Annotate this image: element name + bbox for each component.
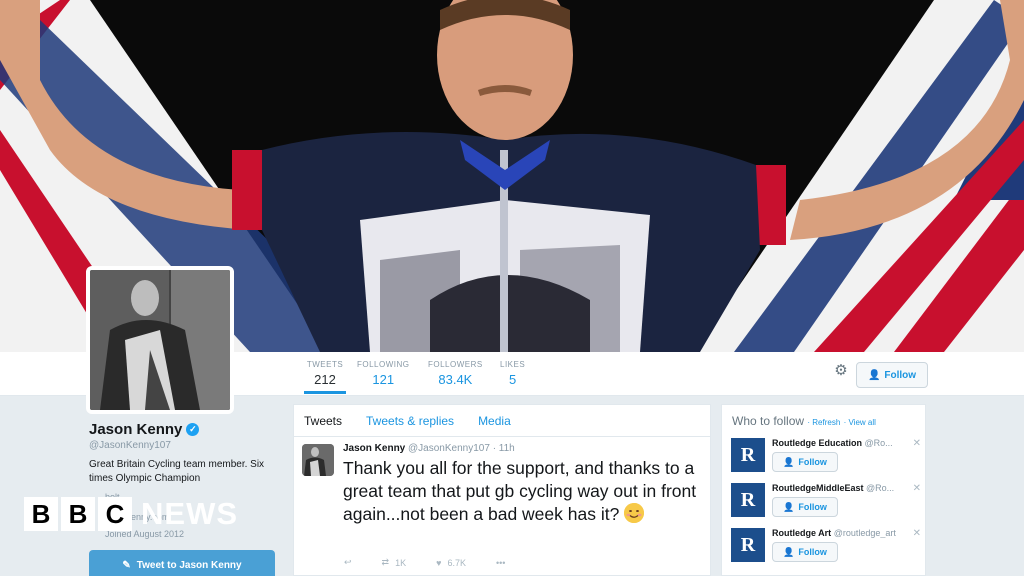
tweet-avatar[interactable] [302,444,334,476]
stat-following[interactable]: FOLLOWING 121 [357,360,410,387]
profile-name-text: Jason Kenny [89,421,183,438]
suggestion-handle: @routledge_art [833,528,896,538]
stat-label: FOLLOWING [357,360,410,369]
follow-label: Follow [884,369,917,381]
who-to-follow-header: Who to follow · Refresh · View all [732,414,876,428]
retweet-count: 1K [395,557,407,568]
who-to-follow-title: Who to follow [732,414,805,428]
suggestion-item[interactable]: R Routledge Art @routledge_art ✕ 👤 Follo… [731,528,921,568]
more-icon[interactable]: ••• [496,558,505,568]
compose-icon: ✎ [122,559,131,571]
tweet-handle: @JasonKenny107 [408,443,490,454]
routledge-logo: R [731,438,765,472]
tweet-to-button[interactable]: ✎ Tweet to Jason Kenny [89,550,275,576]
tab-media[interactable]: Media [478,414,511,428]
stat-followers[interactable]: FOLLOWERS 83.4K [428,360,483,387]
tweet-time[interactable]: · 11h [493,443,515,454]
stat-label: LIKES [500,360,526,369]
add-user-icon: 👤 [783,501,795,512]
stat-label: FOLLOWERS [428,360,483,369]
suggestion-follow-button[interactable]: 👤 Follow [772,497,838,517]
suggestion-name-text: RoutledgeMiddleEast [772,483,864,493]
suggestion-name: RoutledgeMiddleEast @Ro... [772,483,904,493]
tweet-header: Jason Kenny @JasonKenny107 · 11h [343,443,515,454]
suggestion-follow-button[interactable]: 👤 Follow [772,542,838,562]
suggestion-follow-button[interactable]: 👤 Follow [772,452,838,472]
suggestion-name-text: Routledge Art [772,528,832,538]
like-count: 6.7K [447,557,466,568]
tweet-author[interactable]: Jason Kenny [343,443,405,454]
reply-icon[interactable]: ↩ [344,557,352,568]
timeline-tabs: Tweets Tweets & replies Media [294,405,710,437]
stat-value: 121 [372,372,395,387]
suggestion-name: Routledge Art @routledge_art [772,528,904,538]
follow-button[interactable]: 👤 Follow [856,362,928,388]
stat-value: 212 [314,372,336,387]
bbc-news-logo: B B C NEWS [24,496,238,532]
add-user-icon: 👤 [783,456,795,467]
follow-label: Follow [798,502,827,512]
retweet-icon: ⇄ [381,557,390,567]
dismiss-icon[interactable]: ✕ [913,483,921,494]
stat-label: TWEETS [306,360,344,369]
dismiss-icon[interactable]: ✕ [913,528,921,539]
profile-bio: Great Britain Cycling team member. Six t… [89,459,265,484]
add-user-icon: 👤 [867,369,881,381]
avatar[interactable] [86,266,234,414]
avatar-photo [90,270,230,410]
suggestion-item[interactable]: R RoutledgeMiddleEast @Ro... ✕ 👤 Follow [731,483,921,523]
heart-icon: ♥ [436,557,442,568]
view-all-link[interactable]: View all [849,418,876,427]
verified-icon: ✓ [186,423,200,436]
suggestion-handle: @Ro... [866,483,895,493]
bbc-block-b2: B [61,497,95,531]
bbc-block-c: C [98,497,132,531]
smiling-face-icon [624,503,645,523]
suggestion-handle: @Ro... [864,438,893,448]
gear-icon[interactable]: ⚙ [832,362,850,380]
tab-tweets-replies[interactable]: Tweets & replies [366,414,454,428]
bbc-news-text: NEWS [141,496,238,531]
add-user-icon: 👤 [783,546,795,557]
stat-likes[interactable]: LIKES 5 [500,360,525,387]
routledge-logo: R [731,528,765,562]
like-action[interactable]: ♥ 6.7K [436,558,466,568]
tweet-to-label: Tweet to Jason Kenny [136,559,242,571]
who-to-follow: Who to follow · Refresh · View all R Rou… [721,404,926,576]
tweet-text: Thank you all for the support, and thank… [343,457,705,526]
dismiss-icon[interactable]: ✕ [913,438,921,449]
suggestion-item[interactable]: R Routledge Education @Ro... ✕ 👤 Follow [731,438,921,478]
timeline: Tweets Tweets & replies Media Jason Kenn… [293,404,711,576]
refresh-link[interactable]: Refresh [812,418,840,427]
profile-handle: @JasonKenny107 [89,440,171,451]
suggestion-name: Routledge Education @Ro... [772,438,904,448]
follow-label: Follow [798,547,827,557]
bbc-block-b1: B [24,497,58,531]
routledge-logo: R [731,483,765,517]
retweet-action[interactable]: ⇄ 1K [382,557,407,568]
tab-tweets[interactable]: Tweets [304,414,342,428]
tweet-avatar-photo [302,444,334,476]
stat-tweets[interactable]: TWEETS 212 [304,360,346,394]
stat-value: 5 [508,372,517,387]
follow-label: Follow [798,457,827,467]
profile-name[interactable]: Jason Kenny ✓ [89,421,200,438]
suggestion-name-text: Routledge Education [772,438,862,448]
stat-value: 83.4K [438,372,473,387]
tweet-actions: ↩ ⇄ 1K ♥ 6.7K ••• [344,557,505,568]
